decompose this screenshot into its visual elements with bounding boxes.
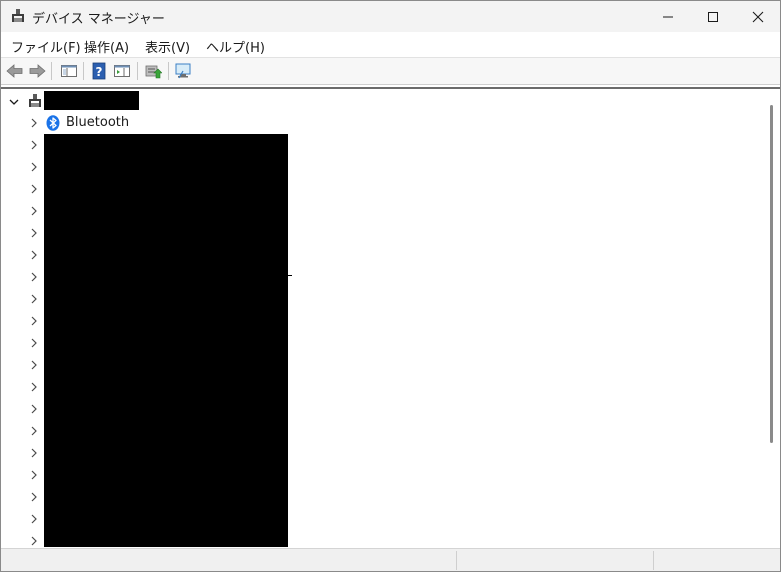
chevron-right-icon[interactable] [29,228,39,238]
toolbar-separator [137,62,138,80]
redacted-category-list [44,134,288,547]
chevron-right-icon[interactable] [29,426,39,436]
show-hide-console-tree-icon [61,65,77,77]
vertical-scrollbar[interactable] [765,89,780,547]
chevron-right-icon[interactable] [29,140,39,150]
toolbar-separator [51,62,52,80]
tree-category-label: Bluetooth [66,115,130,130]
update-driver-icon [145,65,162,79]
menu-view[interactable]: 表示(V) [145,37,190,56]
chevron-right-icon[interactable] [29,448,39,458]
bluetooth-icon [46,115,60,131]
scrollbar-thumb[interactable] [770,105,773,443]
status-bar [1,548,780,571]
back-icon [6,64,23,78]
computer-icon [29,94,41,107]
chevron-down-icon[interactable] [9,97,19,107]
chevron-right-icon[interactable] [29,206,39,216]
tree-root-row[interactable] [1,90,761,112]
chevron-right-icon[interactable] [29,404,39,414]
minimize-icon [663,16,673,17]
forward-button[interactable] [27,61,47,81]
toolbar: ? [1,58,780,85]
forward-icon [29,64,46,78]
title-bar[interactable]: デバイス マネージャー [1,1,780,32]
chevron-right-icon[interactable] [29,382,39,392]
show-hide-console-tree-button[interactable] [59,61,79,81]
status-pane [456,551,653,570]
chevron-right-icon[interactable] [29,338,39,348]
help-button[interactable]: ? [89,61,109,81]
menu-file[interactable]: ファイル(F) [11,37,81,56]
toolbar-separator [168,62,169,80]
maximize-button[interactable] [690,1,736,32]
chevron-right-icon[interactable] [29,272,39,282]
chevron-right-icon[interactable] [29,514,39,524]
redacted-computer-name [44,91,139,110]
chevron-right-icon[interactable] [29,470,39,480]
status-pane [653,551,778,570]
maximize-icon [708,11,718,22]
chevron-right-icon[interactable] [29,360,39,370]
mouse-cursor-mark [285,275,292,276]
toolbar-separator [83,62,84,80]
close-button[interactable] [735,1,780,32]
device-tree[interactable]: Bluetooth [1,87,780,547]
chevron-right-icon[interactable] [29,492,39,502]
menu-action[interactable]: 操作(A) [84,37,129,56]
chevron-right-icon[interactable] [29,250,39,260]
chevron-right-icon[interactable] [29,184,39,194]
chevron-right-icon[interactable] [29,162,39,172]
properties-pane-button[interactable] [112,61,132,81]
chevron-right-icon[interactable] [29,536,39,546]
close-icon [752,11,764,22]
tree-category-row-bluetooth[interactable]: Bluetooth [1,112,761,134]
help-icon: ? [92,62,106,80]
properties-pane-icon [114,65,130,77]
menu-help[interactable]: ヘルプ(H) [206,37,265,56]
scan-hardware-button[interactable] [174,61,194,81]
device-manager-app-icon [12,9,24,22]
svg-text:?: ? [96,65,103,79]
menu-bar: ファイル(F) 操作(A) 表示(V) ヘルプ(H) [1,32,780,58]
window-title: デバイス マネージャー [32,12,165,27]
chevron-right-icon[interactable] [29,294,39,304]
back-button[interactable] [5,61,25,81]
minimize-button[interactable] [645,1,691,32]
chevron-right-icon[interactable] [29,118,39,128]
scan-hardware-icon [175,63,191,79]
chevron-right-icon[interactable] [29,316,39,326]
update-driver-button[interactable] [143,61,163,81]
device-manager-window: デバイス マネージャー ファイル(F) 操作(A) 表示(V) ヘルプ(H) ?… [0,0,781,572]
